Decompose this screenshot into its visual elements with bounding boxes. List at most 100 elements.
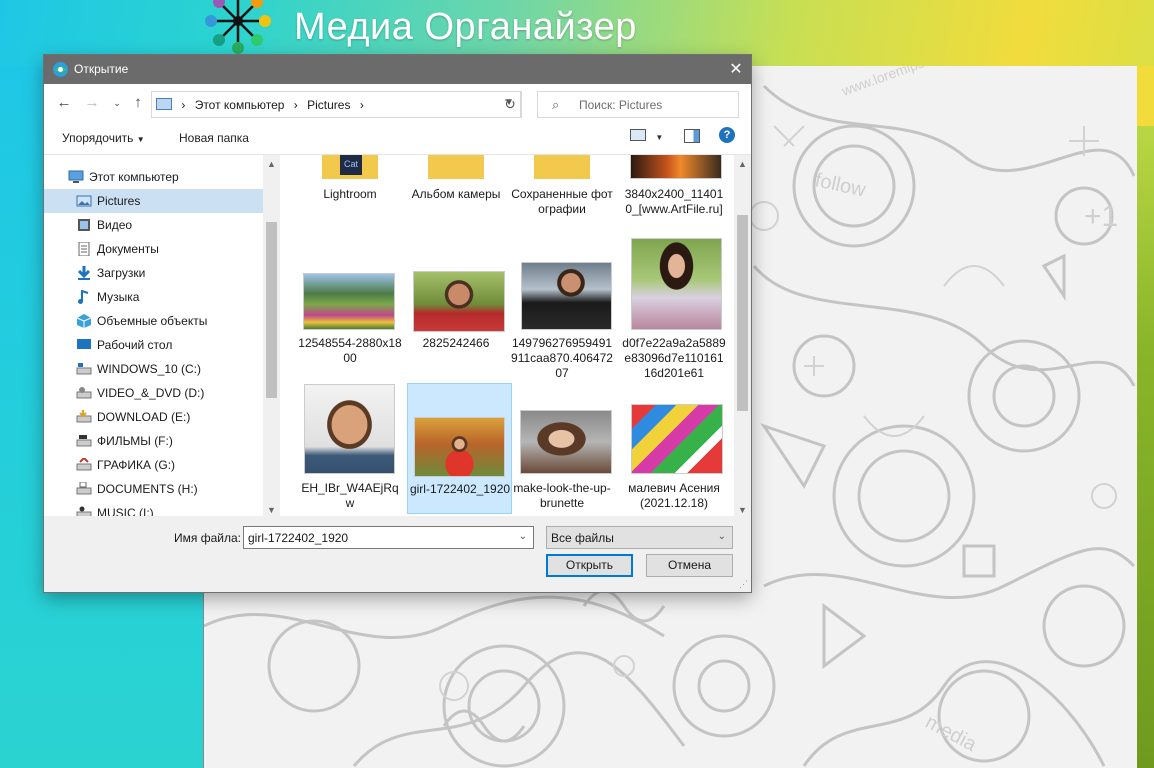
- preview-pane-icon[interactable]: [684, 129, 700, 146]
- breadcrumb-separator-icon: ›: [359, 98, 364, 112]
- filetype-value: Все файлы: [551, 531, 614, 545]
- file-name: Альбом камеры: [411, 187, 501, 201]
- drive-icon: [76, 410, 92, 423]
- scrollbar-thumb[interactable]: [266, 222, 277, 398]
- navigation-scrollbar[interactable]: ▲ ▼: [263, 155, 280, 517]
- scrollbar-thumb[interactable]: [737, 215, 748, 411]
- tree-item-drive-c[interactable]: WINDOWS_10 (C:): [44, 357, 263, 381]
- breadcrumb-separator-icon: ›: [293, 98, 298, 112]
- file-tile-image[interactable]: 2825242466: [404, 239, 508, 369]
- tree-item-label: Музыка: [97, 290, 140, 304]
- breadcrumb-computer[interactable]: Этот компьютер: [195, 98, 285, 112]
- drive-icon: [76, 387, 92, 399]
- filename-label: Имя файла:: [174, 531, 241, 545]
- file-list[interactable]: Cat Lightroom Альбом камеры Сохраненные …: [280, 155, 734, 517]
- tree-item-drive-h[interactable]: DOCUMENTS (H:): [44, 477, 263, 501]
- tree-item-video[interactable]: Видео: [44, 213, 263, 237]
- open-button[interactable]: Открыть: [546, 554, 633, 577]
- navigation-pane[interactable]: Этот компьютер Pictures Видео Документы …: [44, 155, 279, 517]
- folder-icon: Cat: [322, 155, 378, 179]
- scroll-down-icon[interactable]: ▼: [734, 505, 751, 515]
- computer-icon: [68, 170, 84, 183]
- help-icon[interactable]: ?: [719, 127, 735, 143]
- view-options-icon[interactable]: ▼: [630, 129, 663, 143]
- file-list-scrollbar[interactable]: ▲ ▼: [734, 155, 751, 517]
- back-arrow-icon[interactable]: ←: [54, 93, 74, 113]
- tree-item-pictures[interactable]: Pictures: [44, 189, 263, 213]
- resize-grip-icon[interactable]: ⋰: [739, 579, 748, 590]
- tree-item-label: MUSIC (I:): [97, 506, 154, 517]
- file-tile-folder[interactable]: Cat Lightroom: [298, 155, 402, 235]
- file-tile-image-selected[interactable]: girl-1722402_1920: [407, 383, 512, 514]
- svg-text:media: media: [922, 711, 981, 756]
- file-tile-image[interactable]: EH_IBr_W4AEjRqw: [298, 382, 402, 514]
- breadcrumb-pictures[interactable]: Pictures: [307, 98, 350, 112]
- app-logo: [205, 0, 271, 54]
- tree-item-label: Загрузки: [97, 266, 146, 280]
- 3d-objects-icon: [76, 314, 92, 328]
- search-input[interactable]: ⌕ Поиск: Pictures: [537, 91, 739, 118]
- address-bar[interactable]: › Этот компьютер › Pictures › ▼: [151, 91, 521, 118]
- refresh-icon[interactable]: ↻: [499, 91, 522, 118]
- file-tile-folder[interactable]: Сохраненные фотографии: [510, 155, 614, 235]
- tree-item-label: Pictures: [97, 194, 141, 208]
- folder-icon: [428, 155, 484, 179]
- new-folder-button[interactable]: Новая папка: [179, 131, 249, 145]
- drive-icon: [76, 458, 92, 471]
- tree-item-label: Этот компьютер: [89, 170, 179, 184]
- organize-button[interactable]: Упорядочить ▼: [62, 131, 145, 145]
- tree-item-label: DOWNLOAD (E:): [97, 410, 191, 424]
- pictures-icon: [76, 195, 92, 207]
- tree-item-music[interactable]: Музыка: [44, 285, 263, 309]
- file-name: 12548554-2880x1800: [298, 336, 402, 365]
- tree-item-desktop[interactable]: Рабочий стол: [44, 333, 263, 357]
- tree-item-documents[interactable]: Документы: [44, 237, 263, 261]
- app-title: Медиа Органайзер: [294, 6, 637, 48]
- tree-item-this-pc[interactable]: Этот компьютер: [44, 165, 263, 189]
- file-tile-image[interactable]: 3840x2400_114010_[www.ArtFile.ru]: [622, 155, 726, 235]
- chevron-down-icon: ⌄: [717, 531, 726, 542]
- tree-item-label: DOCUMENTS (H:): [97, 482, 198, 496]
- tree-item-label: ГРАФИКА (G:): [97, 458, 176, 472]
- edge-browser-icon: [53, 62, 68, 77]
- search-icon: ⌕: [552, 97, 560, 112]
- tree-item-drive-i[interactable]: MUSIC (I:): [44, 501, 263, 517]
- close-icon[interactable]: ✕: [721, 55, 751, 84]
- drive-icon: [76, 363, 92, 375]
- up-arrow-icon[interactable]: ↑: [128, 93, 148, 113]
- forward-arrow-icon[interactable]: →: [82, 93, 102, 113]
- filename-dropdown-icon[interactable]: ⌄: [519, 531, 527, 542]
- tree-item-downloads[interactable]: Загрузки: [44, 261, 263, 285]
- file-tile-image[interactable]: d0f7e22a9a2a5889e83096d7e11016116d201e61: [622, 238, 726, 380]
- view-dropdown-icon[interactable]: ▼: [655, 133, 663, 142]
- file-tile-image[interactable]: 12548554-2880x1800: [298, 239, 402, 369]
- recent-locations-chevron-icon[interactable]: ⌄: [107, 93, 127, 113]
- scroll-down-icon[interactable]: ▼: [263, 505, 280, 515]
- file-name: Сохраненные фотографии: [511, 187, 613, 216]
- dialog-title: Открытие: [74, 62, 129, 76]
- image-thumbnail: [304, 384, 395, 474]
- cancel-button[interactable]: Отмена: [646, 554, 733, 577]
- scroll-up-icon[interactable]: ▲: [734, 159, 751, 169]
- tree-item-drive-g[interactable]: ГРАФИКА (G:): [44, 453, 263, 477]
- filetype-select[interactable]: Все файлы ⌄: [546, 526, 733, 549]
- file-tile-image[interactable]: 149796276959491911caa870.40647207: [510, 239, 614, 380]
- right-edge-strip: [1137, 66, 1154, 768]
- filename-input[interactable]: girl-1722402_1920 ⌄: [243, 526, 534, 549]
- tree-item-drive-d[interactable]: VIDEO_&_DVD (D:): [44, 381, 263, 405]
- music-icon: [78, 290, 89, 304]
- doodle-text-follow: follow: [813, 169, 868, 201]
- tree-item-drive-f[interactable]: ФИЛЬМЫ (F:): [44, 429, 263, 453]
- documents-icon: [78, 242, 90, 256]
- search-placeholder: Поиск: Pictures: [579, 98, 663, 112]
- tree-item-3d-objects[interactable]: Объемные объекты: [44, 309, 263, 333]
- tree-item-label: ФИЛЬМЫ (F:): [97, 434, 173, 448]
- tree-item-drive-e[interactable]: DOWNLOAD (E:): [44, 405, 263, 429]
- file-tile-folder[interactable]: Альбом камеры: [404, 155, 508, 235]
- file-tile-image[interactable]: малевич Асения (2021.12.18): [622, 382, 726, 514]
- filename-value: girl-1722402_1920: [248, 531, 349, 545]
- file-tile-image[interactable]: make-look-the-up-brunette: [510, 382, 614, 514]
- dialog-titlebar[interactable]: Открытие ✕: [44, 55, 751, 84]
- file-name: girl-1722402_1920: [409, 482, 511, 496]
- scroll-up-icon[interactable]: ▲: [263, 159, 280, 169]
